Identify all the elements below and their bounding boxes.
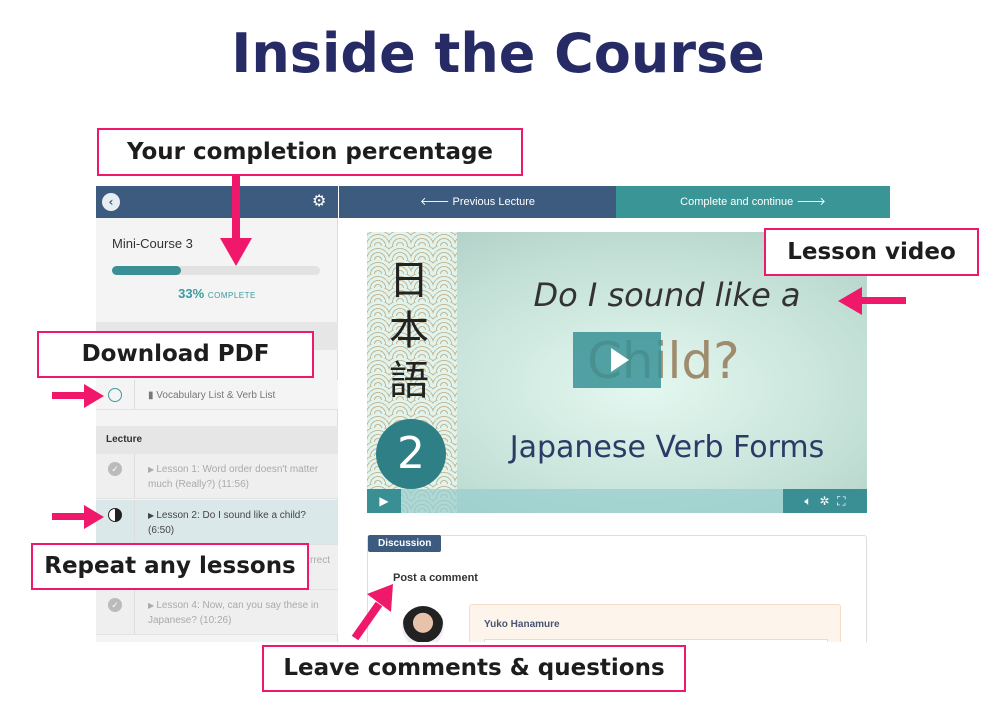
arrow-diagonal (351, 584, 393, 641)
arrow-head-icon (838, 287, 862, 315)
play-icon (611, 348, 629, 372)
arrow-right (52, 392, 86, 399)
back-icon[interactable]: ‹ (102, 193, 120, 211)
sidebar-item-lesson[interactable]: ✓ ▶ Lesson 4: Now, can you say these in J… (96, 590, 338, 635)
lesson-number: 2 (376, 419, 446, 489)
callout-comments: Leave comments & questions (262, 645, 686, 692)
progress-fill (112, 266, 181, 275)
progress-bar (112, 266, 320, 275)
half-circle-icon (108, 508, 122, 522)
play-small-icon[interactable]: ▶ (367, 489, 401, 513)
gear-icon[interactable]: ⚙ (312, 191, 326, 210)
complete-continue-button[interactable]: Complete and continue 🡒 (616, 186, 890, 218)
course-title: Mini-Course 3 (112, 236, 193, 251)
progress-value: 33% (178, 286, 205, 301)
callout-completion: Your completion percentage (97, 128, 523, 176)
page-title: Inside the Course (231, 22, 765, 85)
play-button[interactable] (573, 332, 661, 388)
video-title-line1: Do I sound like a (533, 276, 801, 314)
lesson-label: ▶ Lesson 4: Now, can you say these in Ja… (148, 600, 319, 626)
arrow-head-icon (84, 384, 104, 408)
callout-pdf: Download PDF (37, 331, 314, 378)
tab-discussion[interactable]: Discussion (368, 535, 442, 552)
previous-lecture-button[interactable]: 🡐 Previous Lecture (339, 186, 616, 218)
arrow-head-icon (220, 238, 252, 266)
video-controls: ▶ 🔈︎ ✲ ⛶ (367, 489, 867, 513)
comment-box: Yuko Hanamure (469, 604, 841, 642)
comment-input[interactable] (484, 639, 828, 642)
discussion-panel: Discussion Post a comment Yuko Hanamure (367, 535, 867, 642)
arrow-head-icon (84, 505, 104, 529)
section-lecture: Lecture (96, 426, 338, 454)
incomplete-circle-icon (108, 388, 122, 402)
kanji: 語 (389, 358, 429, 404)
commenter-name: Yuko Hanamure (484, 619, 560, 630)
lesson-label: ▶ Lesson 1: Word order doesn't matter mu… (148, 464, 319, 490)
sidebar-header: ‹ ⚙ (96, 186, 338, 218)
check-circle-icon: ✓ (108, 462, 122, 476)
progress-text: 33% COMPLETE (96, 286, 338, 301)
callout-video: Lesson video (764, 228, 979, 276)
arrow-down (232, 176, 240, 241)
pdf-item-label: ▮ Vocabulary List & Verb List (148, 390, 276, 401)
callout-repeat: Repeat any lessons (31, 543, 309, 590)
lesson-label: ▶ Lesson 2: Do I sound like a child? (6:… (148, 510, 306, 536)
video-subtitle: Japanese Verb Forms (509, 430, 825, 465)
check-circle-icon: ✓ (108, 598, 122, 612)
sidebar-item-lesson[interactable]: ▶ Lesson 2: Do I sound like a child? (6:… (96, 500, 338, 545)
settings-icon[interactable]: ✲ (819, 494, 829, 508)
volume-icon[interactable]: 🔈︎ (805, 494, 812, 508)
sidebar-item-pdf[interactable]: ▮ Vocabulary List & Verb List (96, 380, 338, 410)
progress-label: COMPLETE (207, 291, 256, 300)
seek-bar[interactable] (401, 489, 781, 513)
post-comment-heading: Post a comment (393, 572, 478, 584)
arrow-right (52, 513, 86, 520)
avatar (402, 606, 444, 642)
sidebar-item-lesson[interactable]: ✓ ▶ Lesson 1: Word order doesn't matter m… (96, 454, 338, 499)
fullscreen-icon[interactable]: ⛶ (837, 494, 845, 508)
arrow-left (860, 297, 906, 304)
